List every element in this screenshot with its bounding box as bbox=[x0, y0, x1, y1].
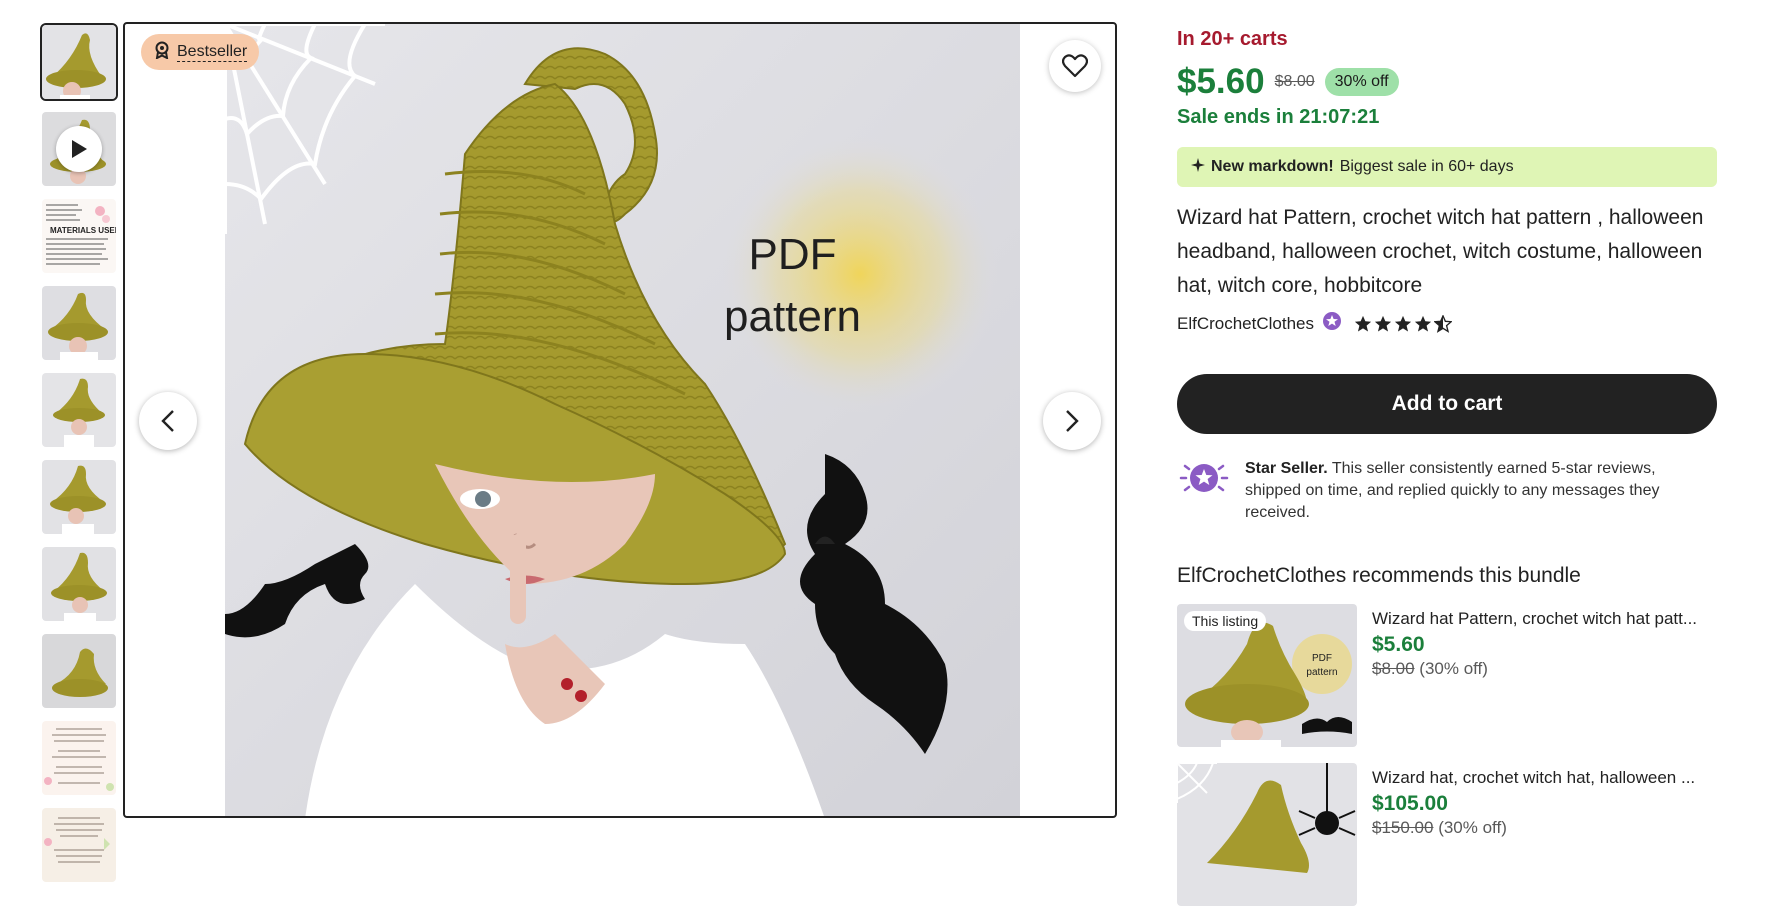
star-icon bbox=[1374, 315, 1392, 331]
price-row: $5.60 $8.00 30% off bbox=[1177, 62, 1717, 102]
overlay-line-1: PDF bbox=[748, 230, 837, 279]
bestseller-badge[interactable]: Bestseller bbox=[141, 34, 260, 70]
thumbnail-4[interactable] bbox=[40, 284, 118, 362]
star-seller-badge-icon bbox=[1177, 458, 1231, 503]
bundle-img-text-2: pattern bbox=[1306, 667, 1337, 678]
bundle-item-price: $5.60 bbox=[1372, 633, 1425, 656]
pdf-pattern-overlay: PDF pattern bbox=[680, 224, 905, 348]
thumbnail-8[interactable] bbox=[40, 632, 118, 710]
star-seller-info: Star Seller. This seller consistently ea… bbox=[1177, 458, 1717, 524]
thumbnail-1[interactable] bbox=[40, 23, 118, 101]
bundle-img-text-1: PDF bbox=[1312, 653, 1332, 664]
bundle-item-old-price: $8.00 bbox=[1372, 659, 1415, 678]
bundle-item-info: Wizard hat Pattern, crochet witch hat pa… bbox=[1372, 604, 1717, 747]
this-listing-tag: This listing bbox=[1184, 611, 1267, 631]
star-icon bbox=[1354, 315, 1372, 331]
add-to-cart-button[interactable]: Add to cart bbox=[1177, 374, 1717, 434]
star-icon bbox=[1394, 315, 1412, 331]
bundle-item-image[interactable]: PDF pattern This listing bbox=[1177, 604, 1357, 747]
original-price: $8.00 bbox=[1274, 73, 1315, 90]
markdown-text: Biggest sale in 60+ days bbox=[1339, 158, 1514, 175]
bundle-item-discount: (30% off) bbox=[1438, 818, 1507, 837]
thumbnail-9[interactable] bbox=[40, 719, 118, 797]
thumbnail-5[interactable] bbox=[40, 371, 118, 449]
award-icon bbox=[153, 41, 171, 64]
markdown-banner: New markdown! Biggest sale in 60+ days bbox=[1177, 147, 1717, 187]
bundle-item-name[interactable]: Wizard hat Pattern, crochet witch hat pa… bbox=[1372, 607, 1717, 631]
thumbnail-7[interactable] bbox=[40, 545, 118, 623]
bundle-heading: ElfCrochetClothes recommends this bundle bbox=[1177, 564, 1581, 587]
bundle-item-name[interactable]: Wizard hat, crochet witch hat, halloween… bbox=[1372, 766, 1717, 790]
overlay-line-2: pattern bbox=[724, 292, 861, 341]
thumbnail-6[interactable] bbox=[40, 458, 118, 536]
sale-countdown: Sale ends in 21:07:21 bbox=[1177, 106, 1380, 128]
bundle-item-info: Wizard hat, crochet witch hat, halloween… bbox=[1372, 763, 1717, 906]
thumb3-title: MATERIALS USED bbox=[50, 226, 116, 235]
bestseller-label: Bestseller bbox=[177, 42, 248, 62]
discount-badge: 30% off bbox=[1324, 68, 1399, 96]
bundle-item-image[interactable] bbox=[1177, 763, 1357, 906]
star-icon bbox=[1414, 315, 1432, 331]
chevron-right-icon bbox=[1066, 410, 1079, 432]
main-image-viewer[interactable]: PDF pattern Bestseller bbox=[123, 22, 1117, 818]
current-price: $5.60 bbox=[1177, 62, 1265, 101]
markdown-bold: New markdown! bbox=[1211, 158, 1334, 175]
chevron-left-icon bbox=[161, 410, 174, 432]
in-carts-notice: In 20+ carts bbox=[1177, 28, 1288, 50]
bundle-item-original: $150.00 (30% off) bbox=[1372, 816, 1717, 840]
bundle-item[interactable]: Wizard hat, crochet witch hat, halloween… bbox=[1177, 763, 1717, 906]
bundle-item[interactable]: PDF pattern This listing Wizard hat Patt… bbox=[1177, 604, 1717, 747]
star-seller-description: Star Seller. This seller consistently ea… bbox=[1245, 458, 1715, 524]
thumbnail-3[interactable]: MATERIALS USED bbox=[40, 197, 118, 275]
bundle-item-old-price: $150.00 bbox=[1372, 818, 1434, 837]
shop-info: ElfCrochetClothes bbox=[1177, 311, 1717, 336]
star-seller-title: Star Seller. bbox=[1245, 460, 1328, 477]
thumbnail-2-video[interactable] bbox=[40, 110, 118, 188]
sparkle-icon bbox=[1191, 157, 1205, 177]
listing-title: Wizard hat Pattern, crochet witch hat pa… bbox=[1177, 206, 1704, 297]
previous-image-button[interactable] bbox=[139, 392, 197, 450]
bundle-item-discount: (30% off) bbox=[1419, 659, 1488, 678]
favorite-button[interactable] bbox=[1049, 40, 1101, 92]
half-star-icon bbox=[1434, 314, 1453, 333]
product-photo bbox=[225, 24, 1020, 816]
bundle-item-price: $105.00 bbox=[1372, 792, 1448, 815]
rating-stars[interactable] bbox=[1354, 314, 1453, 333]
star-seller-icon bbox=[1322, 311, 1342, 336]
heart-icon bbox=[1062, 54, 1088, 78]
next-image-button[interactable] bbox=[1043, 392, 1101, 450]
bundle-item-original: $8.00 (30% off) bbox=[1372, 657, 1717, 681]
thumbnail-strip: MATERIALS USED bbox=[40, 23, 118, 893]
shop-name-link[interactable]: ElfCrochetClothes bbox=[1177, 314, 1314, 334]
listing-details: In 20+ carts $5.60 $8.00 30% off Sale en… bbox=[1177, 28, 1717, 906]
play-icon bbox=[56, 126, 102, 172]
thumbnail-10[interactable] bbox=[40, 806, 118, 884]
